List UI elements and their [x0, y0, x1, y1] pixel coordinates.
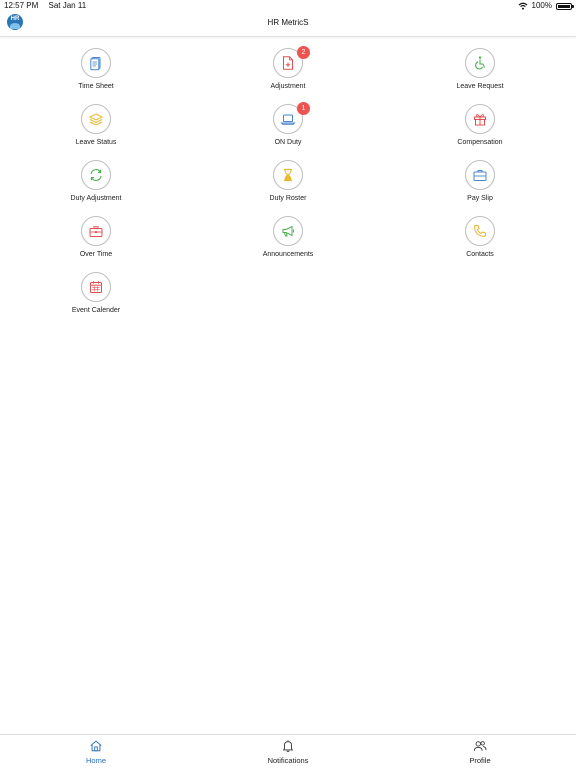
toolbox-icon [89, 226, 103, 237]
megaphone-icon [282, 225, 294, 237]
page-title: HR MetricS [267, 18, 309, 27]
nav-profile[interactable]: Profile [430, 737, 530, 767]
tile-label: Over Time [79, 251, 113, 258]
tile-label: Event Calender [71, 307, 121, 314]
tile-event-calender[interactable]: Event Calender [36, 272, 156, 324]
status-left: 12:57 PM Sat Jan 11 [4, 0, 94, 12]
tile-label: Contacts [466, 251, 494, 258]
tile-label: Adjustment [270, 83, 306, 90]
laptop-icon [280, 114, 296, 125]
hourglass-icon [284, 168, 292, 182]
notification-badge: 1 [297, 102, 310, 115]
tile-adjustment[interactable]: 2 Adjustment [228, 46, 348, 100]
tile-pay-slip[interactable]: Pay Slip [420, 160, 540, 212]
calendar-icon [90, 281, 102, 293]
tile-icon-circle[interactable] [81, 272, 111, 302]
tile-label: Leave Status [75, 139, 117, 146]
tile-icon-circle[interactable] [465, 48, 495, 78]
tile-icon-circle[interactable] [465, 104, 495, 134]
document-icon [90, 57, 101, 71]
tile-icon-circle[interactable] [465, 216, 495, 246]
wheelchair-icon [475, 56, 486, 70]
tile-label: Duty Adjustment [70, 195, 122, 202]
wifi-icon [518, 2, 527, 10]
briefcase-icon [473, 170, 487, 181]
status-time: 12:57 PM [4, 1, 39, 10]
refresh-icon [90, 169, 102, 181]
tile-time-sheet[interactable]: Time Sheet [36, 48, 156, 100]
tile-icon-circle[interactable] [81, 160, 111, 190]
tile-on-duty[interactable]: 1 ON Duty [228, 102, 348, 156]
nav-notifications[interactable]: Notifications [238, 737, 338, 767]
tile-contacts[interactable]: Contacts [420, 216, 540, 268]
users-icon [473, 741, 487, 751]
notification-badge: 2 [297, 46, 310, 59]
tile-compensation[interactable]: Compensation [420, 104, 540, 156]
home-icon [90, 740, 102, 752]
battery-fill [558, 4, 570, 8]
status-date: Sat Jan 11 [48, 1, 87, 10]
gift-icon [474, 114, 486, 126]
tile-icon-circle[interactable] [273, 160, 303, 190]
nav-notifications-label: Notifications [267, 756, 309, 765]
tile-label: ON Duty [274, 139, 302, 146]
file-plus-icon [283, 56, 293, 70]
layers-icon [88, 113, 104, 126]
status-bar: 12:57 PM Sat Jan 11 100% [0, 0, 576, 12]
nav-home-label: Home [85, 756, 106, 765]
battery-percent: 100% [531, 1, 552, 10]
tile-icon-circle[interactable] [81, 48, 111, 78]
tile-over-time[interactable]: Over Time [36, 216, 156, 268]
tile-label: Leave Request [456, 83, 504, 90]
tile-label: Compensation [457, 139, 503, 146]
tile-label: Pay Slip [467, 195, 493, 202]
battery-icon [556, 2, 574, 10]
tile-duty-adjustment[interactable]: Duty Adjustment [36, 160, 156, 212]
tile-label: Duty Roster [269, 195, 307, 202]
tile-announcements[interactable]: Announcements [228, 216, 348, 268]
tile-icon-circle[interactable] [465, 160, 495, 190]
tile-leave-status[interactable]: Leave Status [36, 104, 156, 156]
tile-icon-circle[interactable] [273, 216, 303, 246]
tile-duty-roster[interactable]: Duty Roster [228, 160, 348, 212]
status-right: 100% [518, 0, 574, 12]
app-header: HR HR MetricS [0, 12, 576, 37]
bottom-nav: Home Notifications Profile [0, 734, 576, 769]
nav-profile-label: Profile [469, 756, 491, 765]
tile-leave-request[interactable]: Leave Request [420, 48, 540, 100]
tile-icon-circle[interactable] [81, 216, 111, 246]
bell-icon [282, 740, 294, 752]
tile-label: Time Sheet [78, 83, 114, 90]
tile-icon-circle[interactable] [81, 104, 111, 134]
phone-icon [473, 225, 486, 238]
nav-home[interactable]: Home [46, 737, 146, 767]
tile-label: Announcements [262, 251, 314, 258]
